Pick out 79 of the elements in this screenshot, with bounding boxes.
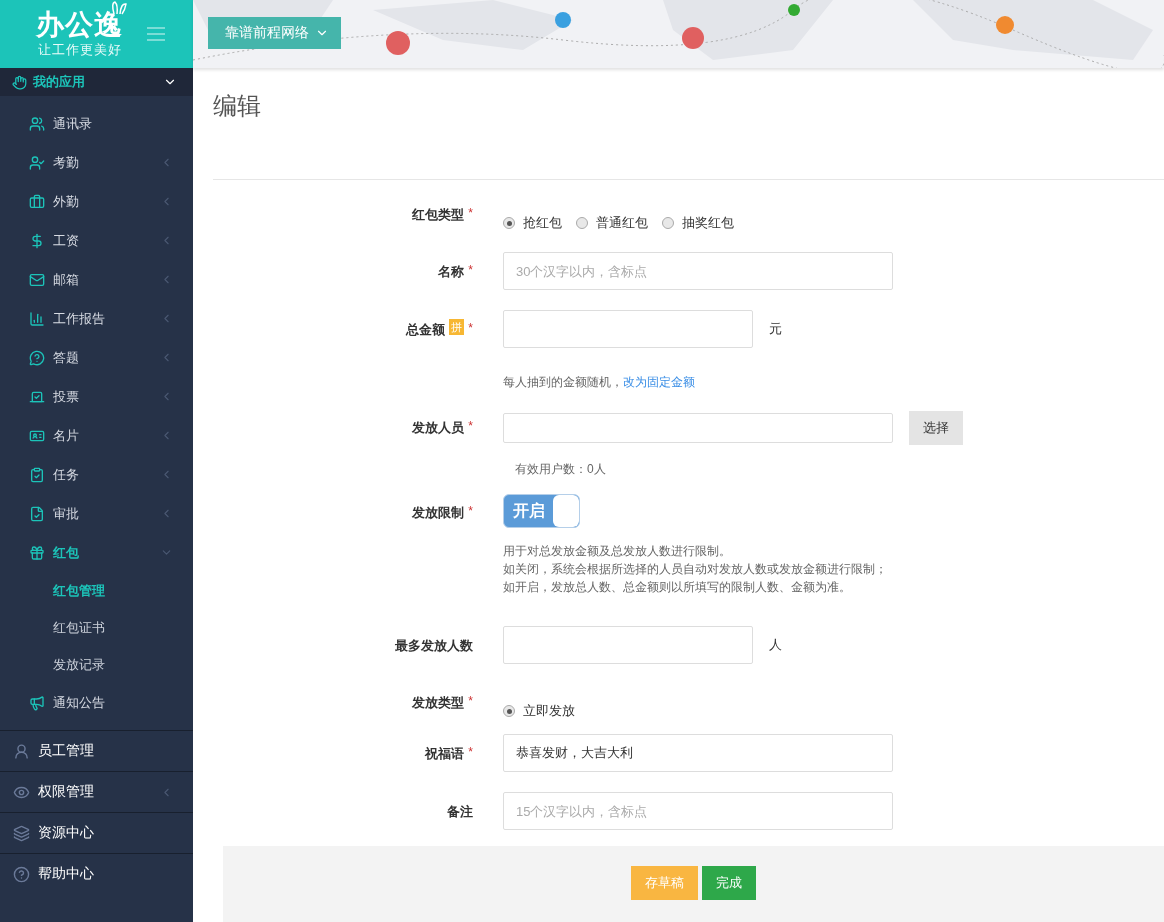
sidebar-item[interactable]: 任务 <box>0 455 193 494</box>
radio-option[interactable]: 抽奖红包 <box>662 214 734 232</box>
sidebar-item[interactable]: 名片 <box>0 416 193 455</box>
required-mark: * <box>468 262 473 277</box>
sidebar-item[interactable]: 工作报告 <box>0 299 193 338</box>
radio-option[interactable]: 抢红包 <box>503 214 562 232</box>
sidebar-item[interactable]: 投票 <box>0 377 193 416</box>
sidebar-section[interactable]: 资源中心 <box>0 812 193 853</box>
field-label: 祝福语 <box>425 745 465 763</box>
sidebar-item[interactable]: 通知公告 <box>0 683 193 722</box>
sidebar-item[interactable]: 红包 <box>0 533 193 572</box>
menu-icon[interactable] <box>147 27 165 41</box>
gift-icon <box>29 544 45 561</box>
user-icon <box>13 742 30 760</box>
megaphone-icon <box>29 694 45 711</box>
radio-button[interactable] <box>503 217 515 229</box>
required-mark: * <box>468 320 473 335</box>
user-count-text: 有效用户数：0人 <box>515 461 607 478</box>
dollar-icon <box>29 232 45 249</box>
help-text: 如关闭，系统会根据所选择的人员自动对发放人数或发放金额进行限制； <box>503 561 888 578</box>
unit-label: 人 <box>769 636 782 654</box>
required-mark: * <box>468 503 473 518</box>
unit-label: 元 <box>769 320 782 338</box>
field-label: 发放限制 <box>412 504 465 522</box>
radio-option[interactable]: 立即发放 <box>503 702 575 720</box>
required-mark: * <box>468 206 473 220</box>
text-input[interactable]: 15个汉字以内，含标点 <box>503 792 893 830</box>
radio-button[interactable] <box>503 705 515 717</box>
select-button[interactable]: 选择 <box>909 411 963 445</box>
briefcase-icon <box>29 193 45 210</box>
question-bubble-icon <box>29 349 45 366</box>
radio-option[interactable]: 普通红包 <box>576 214 648 232</box>
logo-slogan: 让工作更美好 <box>37 41 122 59</box>
layers-icon <box>13 824 30 842</box>
page-title: 编辑 <box>213 90 1164 180</box>
hand-icon <box>12 74 27 90</box>
sidebar-item[interactable]: 审批 <box>0 494 193 533</box>
people-icon <box>29 115 45 132</box>
sidebar-item[interactable]: 答题 <box>0 338 193 377</box>
help-icon <box>13 865 30 883</box>
sidebar-group-header[interactable]: 我的应用 <box>0 68 193 96</box>
sidebar-section[interactable]: 权限管理 <box>0 771 193 812</box>
radio-button[interactable] <box>662 217 674 229</box>
sidebar-item[interactable]: 工资 <box>0 221 193 260</box>
required-mark: * <box>468 694 473 708</box>
text-input[interactable]: 恭喜发财，大吉大利 <box>503 734 893 772</box>
text-input[interactable]: 30个汉字以内，含标点 <box>503 252 893 290</box>
sidebar-item[interactable]: 邮箱 <box>0 260 193 299</box>
mail-icon <box>29 271 45 288</box>
field-label: 红包类型 <box>412 206 465 224</box>
number-input[interactable] <box>503 310 753 348</box>
sidebar-section[interactable]: 帮助中心 <box>0 853 193 894</box>
sidebar-item[interactable]: 考勤 <box>0 143 193 182</box>
required-mark: * <box>468 418 473 433</box>
sidebar-section[interactable]: 员工管理 <box>0 730 193 771</box>
field-label: 总金额 <box>406 321 446 339</box>
fixed-amount-link[interactable]: 改为固定金额 <box>623 375 695 389</box>
sidebar-subitem[interactable]: 红包管理 <box>0 572 193 609</box>
field-label: 最多发放人数 <box>395 637 473 655</box>
file-check-icon <box>29 505 45 522</box>
sidebar-subitem[interactable]: 发放记录 <box>0 646 193 683</box>
sidebar-item[interactable]: 通讯录 <box>0 104 193 143</box>
hint-text: 每人抽到的金额随机，改为固定金额 <box>503 374 696 391</box>
clipboard-check-icon <box>29 466 45 483</box>
sidebar-subitem[interactable]: 红包证书 <box>0 609 193 646</box>
pin-badge: 拼 <box>449 319 465 335</box>
field-label: 名称 <box>438 263 465 281</box>
recipients-input[interactable] <box>503 413 893 443</box>
help-text: 如开启，发放总人数、总金额则以所填写的限制人数、金额为准。 <box>503 579 852 596</box>
help-text: 用于对总发放金额及总发放人数进行限制。 <box>503 543 732 560</box>
logo-name: 办公逸 <box>36 9 123 41</box>
field-label: 发放人员 <box>412 419 465 437</box>
required-mark: * <box>468 744 473 759</box>
sidebar-item[interactable]: 外勤 <box>0 182 193 221</box>
radio-button[interactable] <box>576 217 588 229</box>
bar-chart-icon <box>29 310 45 327</box>
field-label: 备注 <box>447 803 473 821</box>
field-label: 发放类型 <box>412 694 465 712</box>
number-input[interactable] <box>503 626 753 664</box>
